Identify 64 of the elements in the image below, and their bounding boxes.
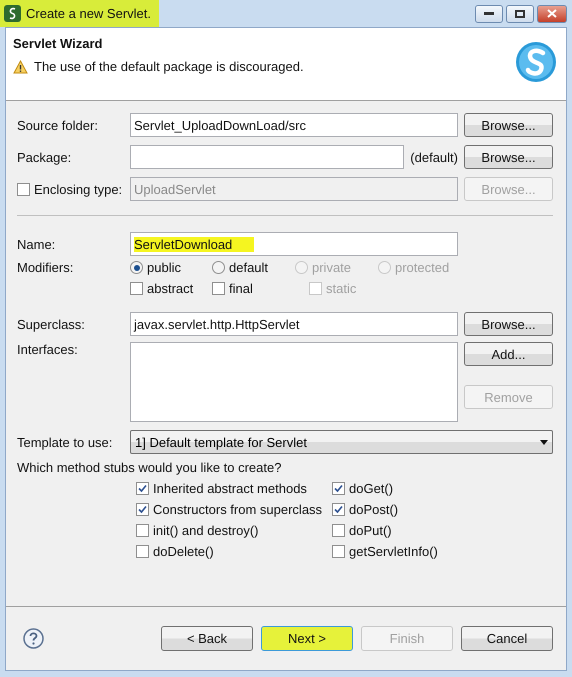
next-button[interactable]: Next > (261, 626, 353, 651)
checkbox-label: Inherited abstract methods (153, 481, 307, 496)
modifier-checkbox[interactable] (130, 282, 143, 295)
template-dropdown[interactable]: 1] Default template for Servlet (130, 430, 553, 454)
browse-button[interactable]: Browse... (464, 113, 553, 137)
servlet-logo-icon (514, 40, 558, 84)
back-button[interactable]: < Back (161, 626, 253, 651)
wizard-title: Servlet Wizard (13, 36, 104, 51)
stub-checkbox[interactable] (136, 545, 149, 558)
app-logo-icon (4, 5, 21, 22)
minimize-icon (484, 12, 494, 16)
window-title: Create a new Servlet. (26, 6, 152, 21)
stub-checkbox[interactable] (136, 524, 149, 537)
field-label: Name: (17, 236, 56, 252)
checkbox-label: final (229, 281, 253, 296)
add-button[interactable]: Add... (464, 342, 553, 366)
radio-label: protected (395, 260, 450, 275)
checkbox-label: doGet() (349, 481, 394, 496)
checkbox-label: doDelete() (153, 544, 214, 559)
checkbox-label: abstract (147, 281, 194, 296)
field-label: Package: (17, 150, 72, 164)
superclass-field[interactable]: javax.servlet.http.HttpServlet (130, 312, 458, 336)
checkbox-label: getServletInfo() (349, 544, 438, 559)
dropdown-arrow-icon (540, 440, 548, 444)
field-label: Template to use: (17, 434, 114, 450)
stub-checkbox[interactable] (136, 503, 149, 516)
radio-label: private (312, 260, 352, 275)
name-field[interactable]: ServletDownload (130, 232, 458, 256)
modifier-checkbox[interactable] (212, 282, 225, 295)
stub-checkbox[interactable] (332, 545, 345, 558)
checkbox-label: doPost() (349, 502, 398, 517)
minimize-button[interactable] (475, 4, 503, 22)
field-label: Superclass: (17, 316, 86, 332)
close-icon (547, 9, 557, 18)
close-button[interactable] (537, 4, 567, 22)
modifier-radio[interactable] (212, 261, 225, 274)
maximize-button[interactable] (506, 4, 534, 22)
browse-button[interactable]: Browse... (464, 312, 553, 336)
help-icon[interactable] (23, 628, 44, 649)
maximize-icon (515, 10, 525, 18)
interfaces-list[interactable] (130, 342, 458, 422)
warning-icon (13, 60, 28, 74)
stub-checkbox[interactable] (332, 503, 345, 516)
method-stubs-question: Which method stubs would you like to create? (17, 460, 282, 475)
stub-checkbox[interactable] (332, 524, 345, 537)
default-package-label: (default) (410, 150, 458, 164)
field-label: Source folder: (17, 118, 99, 132)
checkbox-label: init() and destroy() (153, 523, 258, 538)
modifier-radio[interactable] (130, 261, 143, 274)
cancel-button[interactable]: Cancel (461, 626, 553, 651)
checkbox-label: Constructors from superclass (153, 502, 322, 517)
checkbox-label: doPut() (349, 523, 392, 538)
field-label: Enclosing type: (34, 182, 122, 196)
stub-checkbox[interactable] (136, 482, 149, 495)
stub-checkbox[interactable] (332, 482, 345, 495)
field-label: Interfaces: (17, 342, 79, 357)
warning-message: The use of the default package is discouraged. (34, 59, 304, 74)
checkbox-label: static (326, 281, 356, 296)
field-label: Modifiers: (17, 260, 74, 275)
radio-label: default (229, 260, 268, 275)
package-field[interactable] (130, 145, 404, 169)
radio-label: public (147, 260, 181, 275)
source-folder-field[interactable]: Servlet_UploadDownLoad/src (130, 113, 458, 137)
browse-button[interactable]: Browse... (464, 145, 553, 169)
